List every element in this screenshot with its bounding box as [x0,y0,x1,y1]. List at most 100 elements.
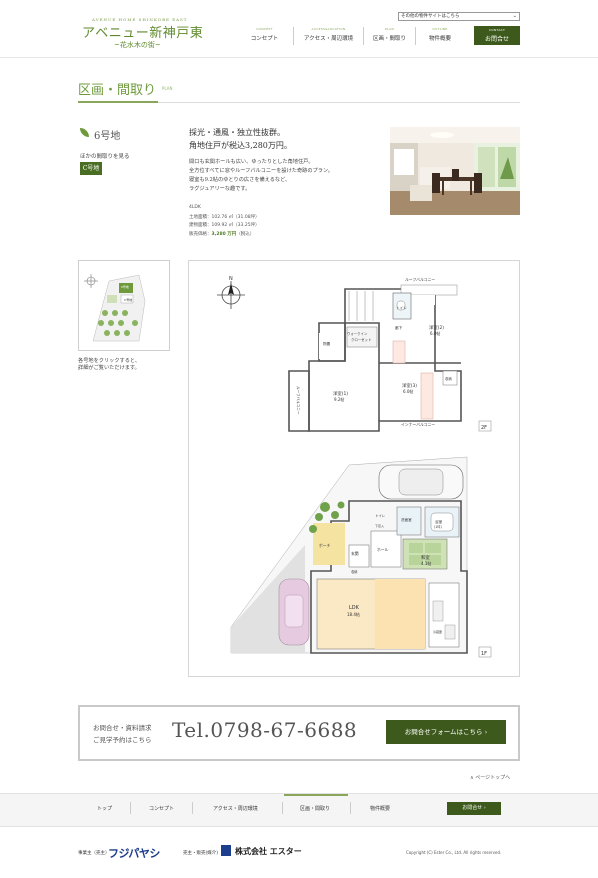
svg-text:1F: 1F [481,651,487,657]
footer-nav-divider [192,802,193,814]
svg-text:18.4帖: 18.4帖 [347,611,360,617]
svg-text:(1坪): (1坪) [434,524,442,529]
nav-outline-en: OUTLINE [432,27,448,31]
svg-text:洋室(1): 洋室(1) [333,390,348,397]
phone-number[interactable]: Tel.0798-67-6688 [172,718,357,742]
nav-concept-label: コンセプト [250,36,279,42]
price-row: 販売価格：3,280 万円（税込） [189,231,254,237]
svg-text:インナーバルコニー: インナーバルコニー [401,422,435,427]
svg-text:9.2帖: 9.2帖 [334,396,344,402]
svg-text:C号地: C号地 [124,297,132,302]
svg-text:ポーチ: ポーチ [319,543,331,548]
lot-headline-2: 角地住戸が税込3,280万円。 [189,141,292,150]
svg-text:収納: 収納 [445,376,452,381]
copyright: Copyright (C) Ester Co., Ltd. All rights… [406,850,502,855]
nav-outline-label: 物件概要 [428,36,451,42]
footer-nav-concept[interactable]: コンセプト [149,805,174,812]
svg-text:収納: 収納 [351,569,357,574]
lot-c-button[interactable]: C号地 [80,162,102,175]
svg-text:洗面室: 洗面室 [401,517,412,522]
lot-description-line: 全方位すべてに窓やルーフバルコニーを設けた奇跡のプラン。 [189,168,333,174]
leaf-icon [80,128,89,137]
interior-photo [390,127,520,215]
page-title: 区画・間取り [78,83,157,98]
banner-text: ご見学予約はこちら [93,736,152,744]
lot-number: 6号地 [94,131,121,142]
page-top-link[interactable]: ∧ ページトップへ [470,774,510,781]
svg-text:和室: 和室 [421,554,430,561]
land-area: 土地面積：102.76 ㎡（31.08坪） [189,215,260,220]
header-contact-button[interactable]: CONTACT お問合せ [474,26,520,45]
chevron-down-icon: ⌄ [512,13,517,19]
heading-divider-accent [78,101,158,103]
price-tax: （税込） [236,232,255,237]
svg-text:2F: 2F [481,425,487,431]
svg-text:N: N [229,276,233,282]
footer-nav-outline[interactable]: 物件概要 [370,805,390,812]
nav-plan-en: PLAN [384,27,395,31]
svg-text:洋室(2): 洋室(2) [429,324,444,331]
svg-text:下足入: 下足入 [375,524,384,528]
site-map[interactable]: C号地 6号地 [78,260,170,351]
contact-form-button[interactable]: お問合せフォームはこちら › [386,720,506,744]
svg-text:物置: 物置 [323,341,331,346]
builder-label: 事業主（売主） [78,851,110,856]
logo-title[interactable]: アベニュー新神戸東 [82,22,203,41]
logo-tagline: ~花水木の街~ [114,41,161,49]
svg-text:ルーフバルコニー: ルーフバルコニー [296,386,301,415]
svg-text:廊下: 廊下 [395,325,403,330]
other-plans-label: ほかの間取りを見る [80,154,130,160]
seller-name[interactable]: 株式会社 エスター [235,846,302,857]
footer-nav-access[interactable]: アクセス・周辺環境 [213,805,258,812]
footer-nav-plan[interactable]: 区画・間取り [300,805,330,812]
svg-text:冷蔵庫: 冷蔵庫 [433,629,442,634]
contact-en: CONTACT [488,28,506,32]
footer-nav [0,793,598,827]
nav-access-en: ACCESS&LOCATION [311,27,346,31]
svg-text:ウォークイン: ウォークイン [347,331,368,336]
contact-label: お問合せ [484,36,509,43]
nav-concept-en: CONCEPT [256,27,273,31]
svg-text:6号地: 6号地 [121,284,129,289]
lot-description-line: 寝室も9.2帖のゆとりの広さを備えるなど、 [189,177,291,183]
sitemap-caption: 詳細がご覧いただけます。 [78,365,140,371]
lot-description-line: ラグジュアリーな趣です。 [189,186,251,192]
footer-nav-divider [282,802,283,814]
footer-nav-divider [130,802,131,814]
car-icon [278,578,310,646]
seller-logo-icon [221,845,231,856]
footer-contact-button[interactable]: お問合せ › [447,802,501,815]
lot-headline-1: 採光・通風・独立性抜群。 [189,128,285,137]
svg-text:6.0帖: 6.0帖 [430,330,440,336]
nav-access[interactable]: ACCESS&LOCATION アクセス・周辺環境 [294,27,364,45]
seller-label: 売主・販売(媒介) [183,851,219,856]
nav-concept[interactable]: CONCEPT コンセプト [236,27,294,45]
nav-access-label: アクセス・周辺環境 [303,36,354,42]
layout-type: 4LDK [189,205,201,210]
builder-logo[interactable]: フジパヤシ [108,845,160,861]
other-sites-select[interactable]: その他の物件サイトはこちら ⌄ [398,12,520,21]
nav-plan[interactable]: PLAN 区画・間取り [364,27,416,45]
page-title-en: PLAN [162,86,173,91]
footer-nav-active-indicator [284,794,348,796]
compass-icon: N [217,276,245,309]
lot-description-line: 間口も玄関ホールも広い、ゆったりとした角地住戸。 [189,159,314,165]
price-value: 3,280 万円 [211,232,237,237]
footer-nav-top[interactable]: トップ [97,805,112,812]
svg-text:クローゼット: クローゼット [351,337,371,342]
svg-text:洋室(3): 洋室(3) [402,382,417,389]
sitemap-caption: 各号地をクリックすると、 [78,358,141,364]
nav-plan-label: 区画・間取り [372,36,406,42]
banner-text: お問合せ・資料請求 [93,724,152,732]
floor-area: 建物面積：109.92 ㎡（33.25坪） [189,223,260,228]
select-value: その他の物件サイトはこちら [401,14,460,19]
footer-nav-divider [350,802,351,814]
svg-text:4.1帖: 4.1帖 [421,560,431,566]
svg-text:LDK: LDK [349,605,360,611]
svg-text:6.0帖: 6.0帖 [403,388,413,394]
car-icon [378,464,464,500]
nav-outline[interactable]: OUTLINE 物件概要 [416,27,464,45]
price-label: 販売価格： [189,232,212,237]
svg-text:トイレ: トイレ [396,306,407,310]
floor-plan-panel: N ルーフバルコニー トイレ 廊下 ウォークイン クローゼット 物置 洋室(2) [188,260,520,677]
